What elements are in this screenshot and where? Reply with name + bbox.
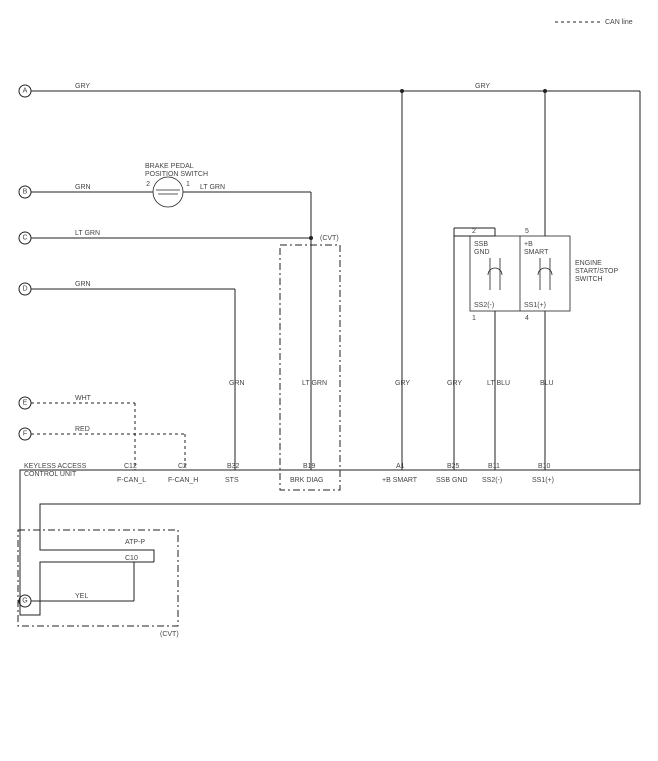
- wire-b-ltgrn: LT GRN LT GRN: [183, 184, 327, 470]
- svg-text:SS1(+): SS1(+): [524, 302, 546, 309]
- svg-text:+B: +B: [524, 241, 533, 248]
- wire-ss2-ltblu: LT BLU: [487, 311, 510, 470]
- svg-text:RED: RED: [75, 426, 90, 433]
- svg-text:B32: B32: [227, 463, 240, 470]
- node-ltgrn-junction: [309, 236, 313, 240]
- wire-d-grn: GRN GRN: [31, 281, 245, 470]
- kacu-pin-b11: B11 SS2(-): [482, 463, 502, 484]
- svg-text:LT BLU: LT BLU: [487, 380, 510, 387]
- svg-text:SS1(+): SS1(+): [532, 477, 554, 484]
- svg-text:A: A: [23, 88, 28, 95]
- wire-color-a-left: GRY: [75, 83, 90, 90]
- engine-switch-contact-left: [488, 258, 502, 290]
- wire-color-a-right: GRY: [475, 83, 490, 90]
- kacu-pin-c2: C2 F-CAN_H: [168, 463, 198, 484]
- cvt-label-bottom: (CVT): [160, 631, 179, 638]
- wiring-diagram: CAN line A B C D E F G GRY GRY GRN: [0, 0, 658, 756]
- kacu-pin-b32: B32 STS: [225, 463, 240, 484]
- wire-g-yel: YEL: [31, 562, 134, 601]
- cvt-group-bottom: (CVT): [18, 530, 179, 638]
- terminal-c: C: [19, 232, 31, 244]
- kacu-pin-c12: C12 F-CAN_L: [117, 463, 146, 484]
- svg-text:B: B: [23, 189, 28, 196]
- svg-text:SS2(-): SS2(-): [474, 302, 494, 309]
- svg-text:1: 1: [186, 181, 190, 188]
- svg-text:WHT: WHT: [75, 395, 92, 402]
- col-sts-color: GRN: [229, 380, 245, 387]
- svg-text:F: F: [23, 431, 27, 438]
- terminal-d: D: [19, 283, 31, 295]
- svg-text:GRY: GRY: [395, 380, 410, 387]
- engine-switch-label3: SWITCH: [575, 276, 603, 283]
- svg-text:4: 4: [525, 315, 529, 322]
- svg-text:GRY: GRY: [447, 380, 462, 387]
- svg-text:2: 2: [146, 181, 150, 188]
- svg-text:D: D: [22, 286, 27, 293]
- wire-color-d-left: GRN: [75, 281, 91, 288]
- wire-a-gry: GRY GRY: [31, 83, 640, 504]
- wire-color-b-right: LT GRN: [200, 184, 225, 191]
- kacu-title1: KEYLESS ACCESS: [24, 463, 87, 470]
- wire-color-b-left: GRN: [75, 184, 91, 191]
- kacu-pin-b10: B10 SS1(+): [532, 463, 554, 484]
- svg-text:F-CAN_H: F-CAN_H: [168, 477, 198, 484]
- terminal-f: F: [19, 428, 31, 440]
- kacu-pin-b25: B25 SSB GND: [436, 463, 468, 484]
- svg-text:C2: C2: [178, 463, 187, 470]
- wire-bsmart-gry: GRY: [395, 91, 410, 470]
- svg-text:C12: C12: [124, 463, 137, 470]
- svg-text:SS2(-): SS2(-): [482, 477, 502, 484]
- legend-label: CAN line: [605, 19, 633, 26]
- cvt-group-top: (CVT): [280, 235, 340, 490]
- node-bsmart-switch: [543, 89, 547, 93]
- terminal-e: E: [19, 397, 31, 409]
- keyless-access-control-unit: KEYLESS ACCESS CONTROL UNIT: [20, 463, 640, 615]
- svg-text:C10: C10: [125, 555, 138, 562]
- engine-switch-label1: ENGINE: [575, 260, 602, 267]
- svg-text:SSB: SSB: [474, 241, 488, 248]
- engine-switch-contact-right: [538, 258, 552, 290]
- svg-text:YEL: YEL: [75, 593, 88, 600]
- wire-ss1-blu: BLU: [540, 311, 554, 470]
- svg-text:ATP-P: ATP-P: [125, 539, 145, 546]
- terminal-a: A: [19, 85, 31, 97]
- svg-text:2: 2: [472, 228, 476, 235]
- svg-text:BLU: BLU: [540, 380, 554, 387]
- svg-text:B11: B11: [488, 463, 500, 470]
- brake-switch-label2: POSITION SWITCH: [145, 171, 208, 178]
- engine-start-stop-switch: 2 5 1 4 SSB GND +B SMART SS2(-) SS1(+) E…: [470, 228, 619, 322]
- svg-text:SSB GND: SSB GND: [436, 477, 468, 484]
- svg-text:E: E: [23, 400, 28, 407]
- svg-text:5: 5: [525, 228, 529, 235]
- svg-text:G: G: [22, 598, 27, 605]
- svg-text:GND: GND: [474, 249, 490, 256]
- svg-text:A1: A1: [396, 463, 405, 470]
- wire-color-c-left: LT GRN: [75, 230, 100, 237]
- kacu-title2: CONTROL UNIT: [24, 471, 77, 478]
- svg-text:SMART: SMART: [524, 249, 549, 256]
- svg-text:B25: B25: [447, 463, 460, 470]
- wire-ssbgnd-gry: GRY: [447, 236, 495, 470]
- terminal-g: G: [19, 595, 31, 607]
- svg-text:BRK DIAG: BRK DIAG: [290, 477, 323, 484]
- kacu-pin-b19: B19 BRK DIAG: [290, 463, 323, 484]
- svg-text:B19: B19: [303, 463, 316, 470]
- svg-text:+B SMART: +B SMART: [382, 477, 418, 484]
- wire-c-ltgrn: LT GRN: [31, 230, 311, 238]
- legend-can-line: CAN line: [555, 19, 633, 26]
- col-brk-color: LT GRN: [302, 380, 327, 387]
- svg-text:C: C: [22, 235, 27, 242]
- wire-b-grn: GRN: [31, 184, 153, 192]
- terminal-b: B: [19, 186, 31, 198]
- svg-text:F-CAN_L: F-CAN_L: [117, 477, 146, 484]
- svg-text:STS: STS: [225, 477, 239, 484]
- brake-switch-label1: BRAKE PEDAL: [145, 163, 194, 170]
- kacu-pin-a1: A1 +B SMART: [382, 463, 418, 484]
- svg-text:B10: B10: [538, 463, 551, 470]
- node-bsmart-top: [400, 89, 404, 93]
- brake-pedal-position-switch: 2 1 BRAKE PEDAL POSITION SWITCH: [145, 163, 208, 207]
- cvt-label-top: (CVT): [320, 235, 339, 242]
- engine-switch-label2: START/STOP: [575, 268, 619, 275]
- svg-text:1: 1: [472, 315, 476, 322]
